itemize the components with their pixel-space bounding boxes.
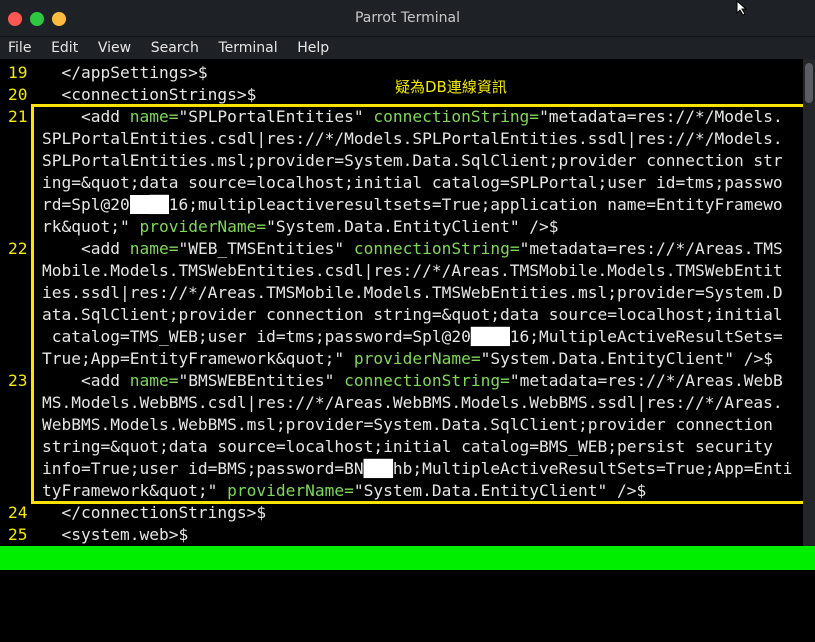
code-text: catalog=TMS_WEB;user id=tms;password=Spl… <box>42 327 471 346</box>
code-text: rd=Spl@20 <box>42 195 130 214</box>
editor-line: 22 <add name="WEB_TMSEntities" connectio… <box>0 238 803 260</box>
editor-line: catalog=TMS_WEB;user id=tms;password=Spl… <box>0 326 803 348</box>
code-text: providerName= <box>353 349 481 368</box>
editor-line: ing=&quot;data source=localhost;initial … <box>0 172 803 194</box>
editor-line: tyFramework&quot;" providerName="System.… <box>0 480 803 502</box>
line-number: 21 <box>8 107 28 126</box>
code-text: </connectionStrings>$ <box>42 503 267 522</box>
code-text: <add <box>42 371 130 390</box>
status-filename: Downloads/_.._web.config <box>4 572 238 591</box>
code-text: rk&quot;" <box>42 217 140 236</box>
code-text: "System.Data.EntityClient" />$ <box>266 217 559 236</box>
code-text: 16;MultipleActiveResultSets= <box>509 327 783 346</box>
code-text: MS.Models.WebBMS.csdl|res://*/Areas.WebB… <box>42 393 783 412</box>
mouse-pointer-icon <box>736 0 748 16</box>
code-text: tyFramework&quot;" <box>42 481 228 500</box>
code-text: connectionString= <box>373 107 540 126</box>
code-text: name= <box>129 107 179 126</box>
code-text: "WEB_TMSEntities" <box>178 239 354 258</box>
status-cursor-position: 19,1 <box>620 596 659 615</box>
editor-line: rd=Spl@2017██16;multipleactiveresultsets… <box>0 194 803 216</box>
line-number: 23 <box>8 371 28 390</box>
line-number: 20 <box>8 85 28 104</box>
code-text: "SPLPortalEntities" <box>178 107 374 126</box>
code-text: "System.Data.EntityClient" />$ <box>480 349 773 368</box>
code-text: "metadata=res://*/Models. <box>539 107 783 126</box>
code-text: </appSettings>$ <box>42 63 208 82</box>
code-text: hb;MultipleActiveResultSets=True;App=Ent… <box>392 459 793 478</box>
code-text: <add <box>42 239 130 258</box>
editor-line: 24 </connectionStrings>$ <box>0 502 803 524</box>
menu-file[interactable]: File <box>0 38 31 56</box>
vim-status-bar: Downloads/_.._web.config 19,1 16% <box>0 546 815 639</box>
redacted-text: 17██ <box>129 195 169 214</box>
scrollbar[interactable] <box>803 59 815 548</box>
editor-text: 19 </appSettings>$ 20 <connectionStrings>… <box>0 62 803 546</box>
terminal-area[interactable]: 19 </appSettings>$ 20 <connectionStrings>… <box>0 59 815 573</box>
code-text: string=&quot;data source=localhost;initi… <box>42 437 783 456</box>
code-text: ing=&quot;data source=localhost;initial … <box>42 173 783 192</box>
code-text: "System.Data.EntityClient" />$ <box>353 481 647 500</box>
code-text: providerName= <box>227 481 354 500</box>
editor-line: MS.Models.WebBMS.csdl|res://*/Areas.WebB… <box>0 392 803 414</box>
editor-line: 23 <add name="BMSWEBEntities" connection… <box>0 370 803 392</box>
code-text: providerName= <box>139 217 267 236</box>
editor-line: 25 <system.web>$ <box>0 524 803 546</box>
editor-line: string=&quot;data source=localhost;initi… <box>0 436 803 458</box>
code-text: ies.ssdl|res://*/Areas.TMSMobile.Models.… <box>42 283 783 302</box>
menu-help[interactable]: Help <box>289 38 329 56</box>
editor-line: ata.SqlClient;provider connection string… <box>0 304 803 326</box>
window-title: Parrot Terminal <box>354 10 461 26</box>
editor-line: Mobile.Models.TMSWebEntities.csdl|res://… <box>0 260 803 282</box>
menu-view[interactable]: View <box>90 38 131 56</box>
editor-line: True;App=EntityFramework&quot;" provider… <box>0 348 803 370</box>
redacted-text: ███ <box>363 459 393 478</box>
editor-line: info=True;user id=BMS;password=BN███hb;M… <box>0 458 803 480</box>
annotation-label: 疑為DB連線資訊 <box>395 78 507 96</box>
code-text: <connectionStrings>$ <box>42 85 257 104</box>
redacted-text: ████ <box>470 327 510 346</box>
code-text: <add <box>42 107 130 126</box>
code-text: "metadata=res://*/Areas.TMS <box>519 239 783 258</box>
code-text: ata.SqlClient;provider connection string… <box>42 305 783 324</box>
code-text: "BMSWEBEntities" <box>178 371 345 390</box>
code-text: Mobile.Models.TMSWebEntities.csdl|res://… <box>42 261 783 280</box>
line-number: 19 <box>8 63 28 82</box>
editor-line: 21 <add name="SPLPortalEntities" connect… <box>0 106 803 128</box>
editor-line: SPLPortalEntities.csdl|res://*/Models.SP… <box>0 128 803 150</box>
editor-line: ies.ssdl|res://*/Areas.TMSMobile.Models.… <box>0 282 803 304</box>
editor-line: WebBMS.Models.WebBMS.msl;provider=System… <box>0 414 803 436</box>
editor-line: SPLPortalEntities.msl;provider=System.Da… <box>0 150 803 172</box>
code-text: connectionString= <box>353 239 520 258</box>
menu-terminal[interactable]: Terminal <box>210 38 277 56</box>
line-number: 22 <box>8 239 28 258</box>
scrollbar-thumb[interactable] <box>805 63 813 103</box>
code-text: name= <box>129 371 179 390</box>
menu-bar: File Edit View Search Terminal Help <box>0 37 815 59</box>
code-text: info=True;user id=BMS;password=BN <box>42 459 364 478</box>
code-text: SPLPortalEntities.msl;provider=System.Da… <box>42 151 783 170</box>
code-text: connectionString= <box>344 371 510 390</box>
menu-search[interactable]: Search <box>143 38 199 56</box>
window-titlebar[interactable]: Parrot Terminal <box>0 0 815 37</box>
editor-line: rk&quot;" providerName="System.Data.Enti… <box>0 216 803 238</box>
status-percent: 16% <box>777 620 807 639</box>
line-number: 25 <box>8 525 28 544</box>
menu-edit[interactable]: Edit <box>43 38 78 56</box>
code-text: name= <box>129 239 179 258</box>
code-text: WebBMS.Models.WebBMS.msl;provider=System… <box>42 415 783 434</box>
code-text: True;App=EntityFramework&quot;" <box>42 349 354 368</box>
line-number: 24 <box>8 503 28 522</box>
code-text: <system.web>$ <box>42 525 189 544</box>
code-text: SPLPortalEntities.csdl|res://*/Models.SP… <box>42 129 783 148</box>
code-text: "metadata=res://*/Areas.WebB <box>509 371 783 390</box>
code-text: 16;multipleactiveresultsets=True;applica… <box>168 195 783 214</box>
